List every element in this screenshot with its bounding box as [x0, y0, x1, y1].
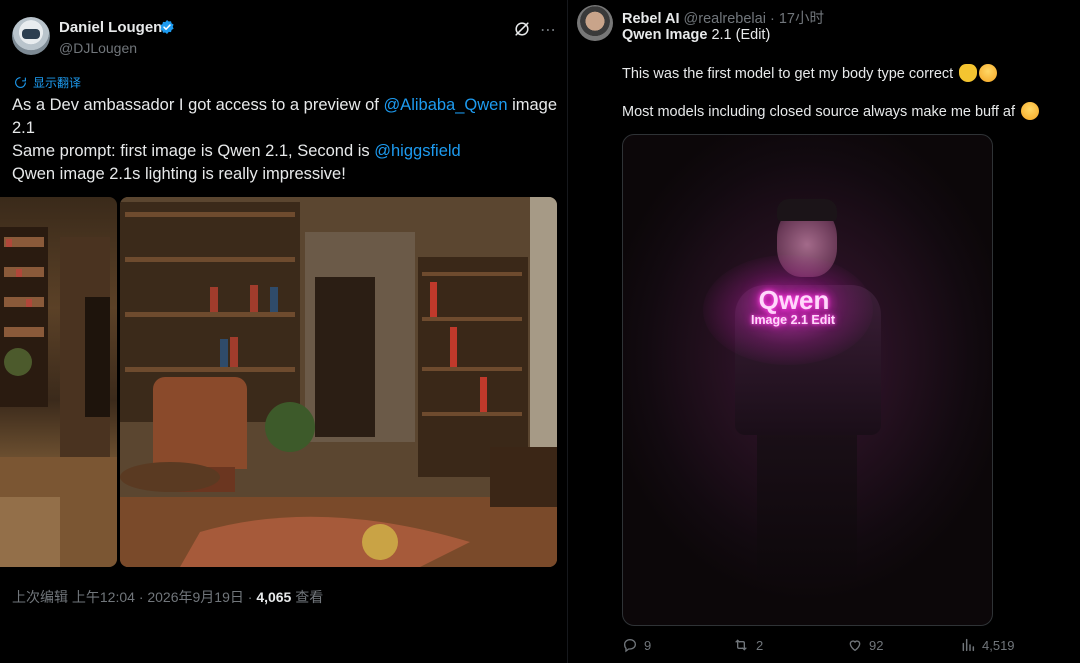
tweet-text-line1: As a Dev ambassador I got access to a pr… — [12, 96, 384, 114]
translate-label: 显示翻译 — [33, 76, 82, 90]
like-button[interactable]: 92 — [847, 637, 883, 653]
timestamp[interactable]: 上次编辑 上午12:04 · 2026年9月19日 · — [12, 589, 256, 605]
clapping-emoji-icon — [959, 64, 978, 82]
views-count: 4,519 — [982, 637, 1015, 653]
body-line2: Most models including closed source alwa… — [622, 104, 1016, 120]
tears-of-joy-emoji-icon — [979, 64, 998, 82]
repost-count: 2 — [756, 637, 764, 653]
verified-badge-icon — [160, 20, 174, 34]
media-image-higgsfield[interactable] — [120, 197, 557, 567]
views-label: 查看 — [291, 589, 324, 605]
tweet-text-line2: 2.1 — [12, 119, 35, 137]
author-line[interactable]: Rebel AI @realrebelai · 17小时 — [622, 7, 824, 28]
more-icon[interactable]: ⋯ — [540, 20, 557, 40]
mention-higgsfield[interactable]: @higgsfield — [374, 142, 460, 160]
author-meta: @realrebelai · 17小时 — [683, 11, 824, 27]
reply-icon — [623, 638, 637, 653]
engagement-bar: 9 2 92 4,519 — [622, 637, 1072, 657]
grinning-sweat-emoji-icon — [1021, 102, 1040, 120]
tweet-text-line1-end: image — [507, 96, 558, 114]
quote-title-rest: 2.1 (Edit) — [707, 27, 771, 43]
mention-alibaba-qwen[interactable]: @Alibaba_Qwen — [383, 96, 507, 114]
tweet-text-line4: Qwen image 2.1s lighting is really impre… — [12, 165, 346, 183]
translate-icon — [15, 77, 26, 88]
avatar[interactable] — [577, 5, 613, 41]
views-icon — [962, 638, 975, 652]
photo-figure-cap — [777, 199, 837, 221]
tweet-footer: 上次编辑 上午12:04 · 2026年9月19日 · 4,065 查看 — [12, 587, 323, 607]
views-count: 4,065 — [256, 589, 292, 605]
media-photo[interactable]: Qwen Image 2.1 Edit — [622, 134, 993, 626]
author-handle[interactable]: @DJLougen — [59, 40, 137, 56]
quote-title-bold: Qwen Image — [622, 27, 708, 43]
reply-count: 9 — [644, 637, 652, 653]
like-count: 92 — [869, 637, 884, 653]
translate-link[interactable]: 显示翻译 — [14, 74, 81, 91]
neon-sign-title: Qwen — [758, 285, 830, 315]
tweet-text: As a Dev ambassador I got access to a pr… — [12, 94, 560, 186]
quote-body: This was the first model to get my body … — [622, 64, 1072, 140]
author-name[interactable]: Daniel Lougen — [59, 19, 162, 36]
grok-icon[interactable] — [512, 19, 532, 39]
photo-figure-legs — [757, 430, 857, 580]
reply-button[interactable]: 9 — [622, 637, 651, 653]
author-name: Rebel AI — [622, 11, 680, 27]
tweet-text-line3: Same prompt: first image is Qwen 2.1, Se… — [12, 142, 375, 160]
neon-sign-subtitle: Image 2.1 Edit — [750, 313, 836, 327]
media-image-qwen[interactable] — [0, 197, 117, 567]
views-button[interactable]: 4,519 — [960, 637, 1015, 653]
quote-title: Qwen Image 2.1 (Edit) — [622, 27, 770, 43]
like-icon — [849, 640, 861, 652]
repost-button[interactable]: 2 — [732, 637, 763, 653]
avatar[interactable] — [12, 17, 50, 55]
left-tweet: Daniel Lougen @DJLougen ⋯ 显示翻译 As a Dev … — [0, 0, 567, 663]
body-line1: This was the first model to get my body … — [622, 66, 954, 82]
right-tweet: Rebel AI @realrebelai · 17小时 Qwen Image … — [568, 0, 1080, 663]
repost-icon — [735, 639, 747, 651]
